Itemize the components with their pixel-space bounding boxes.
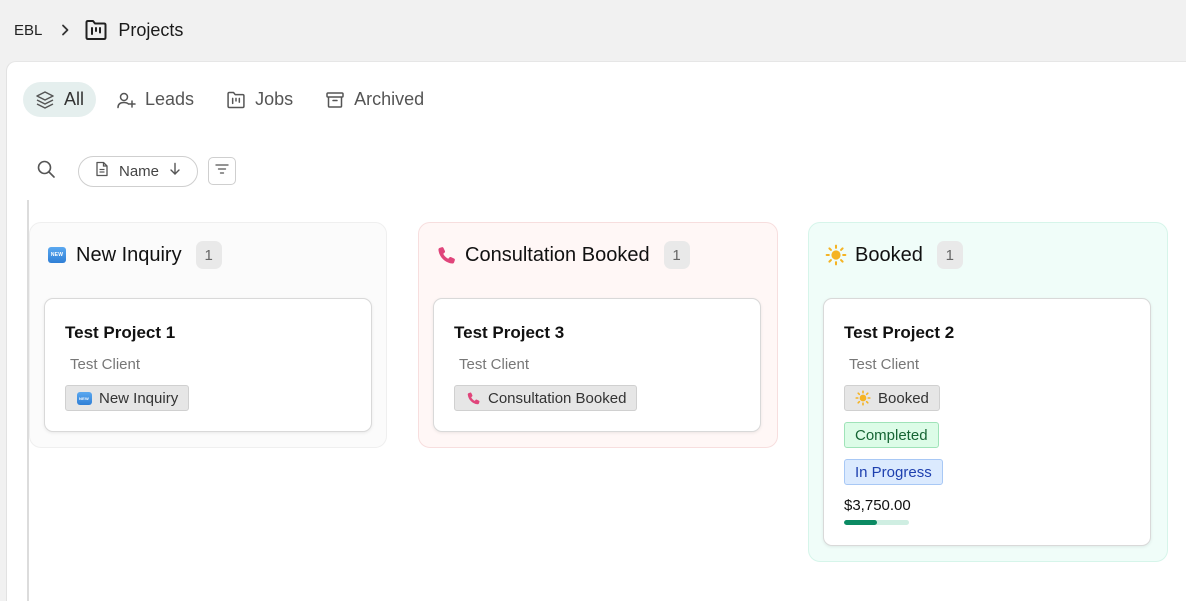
- tag-label: New Inquiry: [99, 389, 179, 407]
- breadcrumb-org[interactable]: EBL: [14, 22, 42, 39]
- in-progress-tag: In Progress: [844, 459, 943, 485]
- status-tag: Consultation Booked: [454, 385, 638, 411]
- project-card[interactable]: Test Project 3 Test Client Consultation …: [433, 298, 761, 432]
- project-card[interactable]: Test Project 2 Test Client Booked Comple…: [823, 298, 1151, 546]
- chevron-right-icon: [60, 24, 70, 36]
- search-button[interactable]: [29, 154, 63, 188]
- project-amount: $3,750.00: [844, 497, 911, 514]
- folder-kanban-icon: [84, 19, 108, 41]
- main-panel: All Leads Jobs Archived Name NEW New Inq…: [6, 61, 1186, 601]
- sort-button[interactable]: Name: [78, 155, 199, 187]
- tag-label: In Progress: [855, 463, 932, 481]
- column-count-badge: 1: [936, 241, 963, 269]
- filter-button[interactable]: [208, 157, 237, 185]
- tab-all[interactable]: All: [23, 82, 97, 117]
- column-header: NEW New Inquiry 1: [46, 241, 222, 269]
- status-tag: NEW New Inquiry: [65, 385, 190, 411]
- column-header: Consultation Booked 1: [435, 241, 690, 269]
- breadcrumb: EBL Projects: [0, 0, 1186, 60]
- project-card[interactable]: Test Project 1 Test Client NEW New Inqui…: [44, 298, 372, 432]
- column-title: New Inquiry: [76, 243, 182, 266]
- card-title: Test Project 2: [844, 323, 955, 342]
- column-title: Booked: [855, 243, 923, 266]
- column-header: Booked 1: [825, 241, 963, 269]
- tag-label: Booked: [878, 389, 929, 407]
- tab-label: Jobs: [255, 89, 294, 109]
- sun-icon: [825, 244, 847, 266]
- sun-icon: [855, 390, 871, 406]
- card-client: Test Client: [459, 356, 530, 373]
- tab-leads[interactable]: Leads: [104, 82, 206, 117]
- board-toolbar: Name: [29, 154, 237, 188]
- phone-icon: [465, 390, 481, 406]
- column-count-badge: 1: [663, 241, 690, 269]
- tab-label: Archived: [354, 89, 425, 109]
- card-client: Test Client: [849, 356, 920, 373]
- tag-label: Consultation Booked: [488, 389, 627, 407]
- tag-label: Completed: [855, 426, 928, 444]
- archive-icon: [325, 90, 345, 110]
- status-tag: Booked: [844, 385, 940, 411]
- sort-label: Name: [119, 162, 160, 180]
- layers-icon: [35, 90, 55, 110]
- column-count-badge: 1: [195, 241, 222, 269]
- tab-label: Leads: [145, 89, 195, 109]
- tab-label: All: [64, 89, 85, 109]
- filter-lines-icon: [215, 162, 229, 180]
- column-booked: Booked 1 Test Project 2 Test Client Book…: [808, 222, 1168, 562]
- search-icon: [36, 159, 56, 184]
- file-text-icon: [95, 161, 109, 181]
- arrow-down-icon: [169, 162, 181, 180]
- card-client: Test Client: [70, 356, 141, 373]
- card-title: Test Project 1: [65, 323, 176, 342]
- user-plus-icon: [116, 90, 136, 110]
- progress-fill: [844, 520, 877, 525]
- column-new-inquiry: NEW New Inquiry 1 Test Project 1 Test Cl…: [29, 222, 387, 448]
- tab-archived[interactable]: Archived: [313, 82, 436, 117]
- tab-jobs[interactable]: Jobs: [214, 82, 305, 117]
- column-title: Consultation Booked: [465, 243, 650, 266]
- new-badge-icon: NEW: [46, 244, 68, 266]
- new-badge-icon: NEW: [76, 390, 92, 406]
- project-tabs: All Leads Jobs Archived: [23, 82, 436, 117]
- page-title: Projects: [118, 19, 184, 40]
- card-title: Test Project 3: [454, 323, 565, 342]
- completed-tag: Completed: [844, 422, 939, 448]
- column-consultation-booked: Consultation Booked 1 Test Project 3 Tes…: [418, 222, 778, 448]
- folder-kanban-icon: [226, 90, 246, 110]
- payment-progress-bar: [844, 520, 909, 525]
- phone-icon: [435, 244, 457, 266]
